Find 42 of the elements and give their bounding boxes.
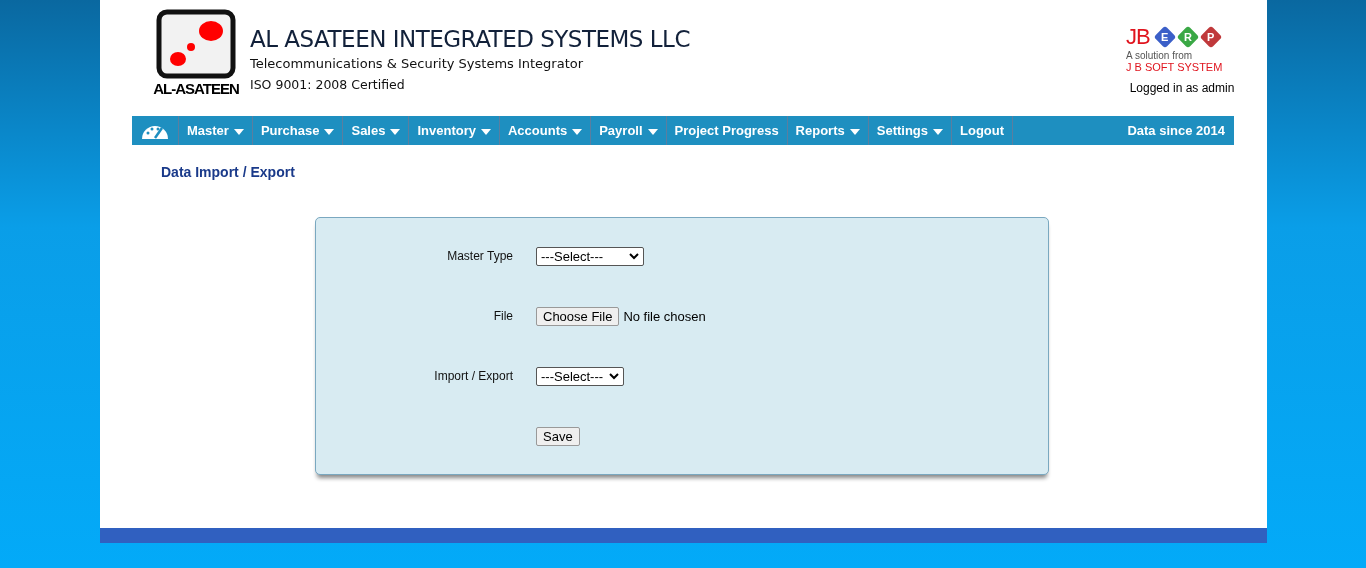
choose-file-button[interactable]: Choose File xyxy=(536,307,620,326)
menu-item[interactable]: Master xyxy=(179,116,253,145)
menu-item[interactable]: Accounts xyxy=(499,116,592,145)
login-status: Logged in as admin xyxy=(1129,81,1235,95)
logo-icon xyxy=(155,9,237,79)
menu-item[interactable]: Logout xyxy=(952,116,1014,145)
erp-logo-text: JB xyxy=(1126,24,1150,50)
menu-item[interactable]: Inventory xyxy=(409,116,500,145)
save-button[interactable]: Save xyxy=(536,427,580,446)
select-field[interactable]: ---Select--- xyxy=(536,367,625,386)
menu-item[interactable]: Settings xyxy=(868,116,953,145)
field-label: File xyxy=(493,309,513,323)
tagline: Telecommunications & Security Systems Integrator xyxy=(250,56,585,71)
certification-text: ISO 9001: 2008 Certified xyxy=(250,77,406,92)
erp-subtitle: A solution from xyxy=(1126,50,1194,61)
menu-item[interactable]: Project Progress xyxy=(666,116,788,145)
logo-text: AL-ASATEEN xyxy=(153,80,239,97)
caret-icon xyxy=(390,129,401,135)
page-title: Data Import / Export xyxy=(161,164,296,180)
erp-vendor: J B SOFT SYSTEM xyxy=(1126,61,1224,73)
menu-item[interactable]: Purchase xyxy=(252,116,344,145)
menu-item[interactable]: Reports xyxy=(787,116,869,145)
erp-letter-tile: E xyxy=(1153,25,1176,49)
caret-icon xyxy=(647,129,658,135)
field-label: Import / Export xyxy=(434,369,513,383)
erp-letter-tile: P xyxy=(1199,25,1222,49)
erp-letter-tile: R xyxy=(1176,25,1199,49)
caret-icon xyxy=(849,129,860,135)
field-label: Master Type xyxy=(447,249,513,263)
chevron-icon xyxy=(609,373,620,380)
caret-icon xyxy=(572,129,583,135)
caret-icon xyxy=(324,129,335,135)
menu-item[interactable]: Payroll xyxy=(591,116,667,145)
caret-icon xyxy=(933,129,944,135)
menu-note: Data since 2014 xyxy=(1127,122,1226,140)
select-field[interactable]: ---Select--- xyxy=(536,247,644,266)
company-name: AL ASATEEN INTEGRATED SYSTEMS LLC xyxy=(250,26,690,52)
menu-item[interactable]: Sales xyxy=(343,116,410,145)
caret-icon xyxy=(480,129,491,135)
file-status: No file chosen xyxy=(623,309,706,324)
caret-icon xyxy=(233,129,244,135)
chevron-icon xyxy=(629,253,639,260)
